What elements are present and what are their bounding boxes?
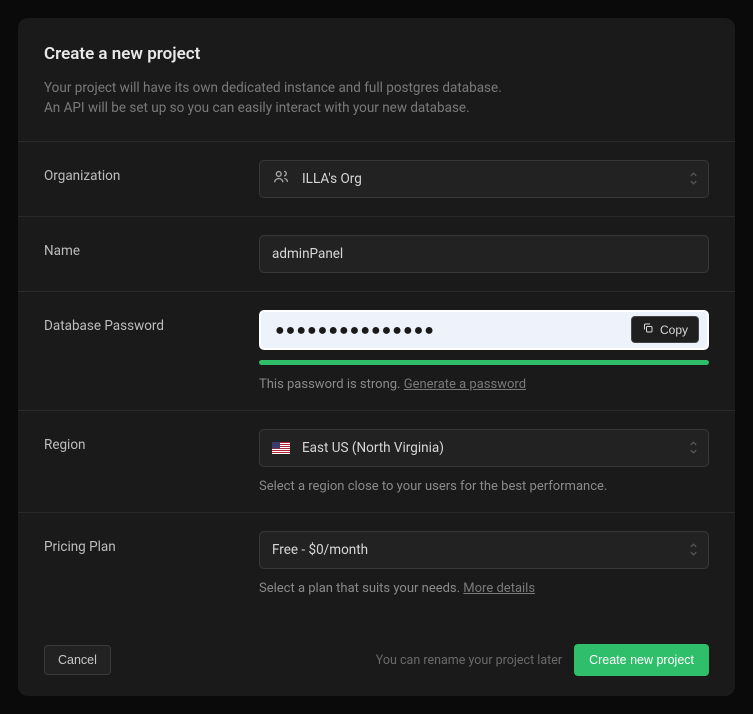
organization-value: ILLA's Org: [302, 171, 362, 187]
plan-select[interactable]: Free - $0/month: [259, 531, 709, 569]
create-project-modal: Create a new project Your project will h…: [18, 18, 735, 696]
region-helper: Select a region close to your users for …: [259, 479, 709, 494]
modal-footer: Cancel You can rename your project later…: [18, 628, 735, 696]
password-input[interactable]: ●●●●●●●●●●●●●●● Copy: [259, 310, 709, 350]
field-region: Region: [18, 411, 735, 513]
modal-subtitle: Your project will have its own dedicated…: [44, 78, 709, 119]
plan-label: Pricing Plan: [44, 531, 239, 596]
form-fields: Organization ILLA's Org: [18, 142, 735, 629]
region-value: East US (North Virginia): [302, 440, 444, 456]
region-label: Region: [44, 429, 239, 494]
copy-label: Copy: [660, 323, 688, 337]
create-project-button[interactable]: Create new project: [574, 644, 709, 676]
organization-select[interactable]: ILLA's Org: [259, 160, 709, 198]
modal-header: Create a new project Your project will h…: [18, 18, 735, 142]
chevron-updown-icon: [689, 172, 698, 185]
organization-label: Organization: [44, 160, 239, 198]
name-label: Name: [44, 235, 239, 273]
users-icon: [272, 168, 290, 190]
password-label: Database Password: [44, 310, 239, 392]
field-password: Database Password ●●●●●●●●●●●●●●● Copy: [18, 292, 735, 411]
plan-helper: Select a plan that suits your needs. Mor…: [259, 581, 709, 596]
field-organization: Organization ILLA's Org: [18, 142, 735, 217]
subtitle-line: An API will be set up so you can easily …: [44, 100, 470, 116]
password-strength-text: This password is strong.: [259, 377, 400, 392]
rename-hint: You can rename your project later: [376, 653, 562, 668]
generate-password-link[interactable]: Generate a password: [404, 377, 526, 392]
password-strength-bar: [259, 360, 709, 365]
name-value: adminPanel: [272, 246, 343, 262]
field-plan: Pricing Plan Free - $0/month Select a pl…: [18, 513, 735, 614]
password-masked: ●●●●●●●●●●●●●●●: [275, 320, 631, 340]
subtitle-line: Your project will have its own dedicated…: [44, 80, 502, 96]
chevron-updown-icon: [689, 441, 698, 454]
name-input[interactable]: adminPanel: [259, 235, 709, 273]
modal-title: Create a new project: [44, 44, 709, 64]
plan-value: Free - $0/month: [272, 542, 368, 558]
plan-helper-text: Select a plan that suits your needs.: [259, 581, 463, 596]
cancel-button[interactable]: Cancel: [44, 645, 111, 675]
region-select[interactable]: East US (North Virginia): [259, 429, 709, 467]
password-helper: This password is strong. Generate a pass…: [259, 377, 709, 392]
field-name: Name adminPanel: [18, 217, 735, 292]
chevron-updown-icon: [689, 543, 698, 556]
plan-more-details-link[interactable]: More details: [463, 581, 535, 596]
copy-icon: [642, 322, 654, 337]
copy-password-button[interactable]: Copy: [631, 316, 699, 343]
flag-us-icon: [272, 442, 290, 454]
